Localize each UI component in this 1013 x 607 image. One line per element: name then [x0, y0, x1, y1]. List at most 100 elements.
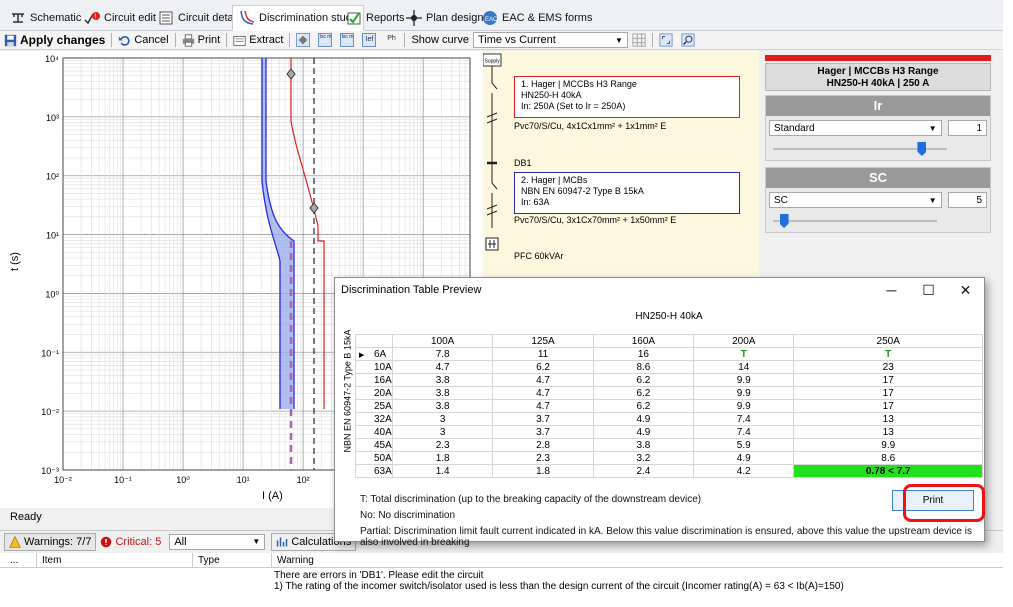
- cancel-label: Cancel: [134, 34, 169, 46]
- message-row[interactable]: 1) The rating of the incomer switch/isol…: [274, 581, 844, 592]
- zoom-button[interactable]: [677, 31, 699, 49]
- warnings-button[interactable]: Warnings: 7/7: [4, 532, 97, 551]
- extract-button[interactable]: Extract: [229, 31, 287, 49]
- device1-card[interactable]: 1. Hager | MCCBs H3 Range HN250-H 40kA I…: [514, 76, 740, 118]
- grid-icon: [632, 33, 646, 47]
- svg-text:!: !: [94, 14, 96, 21]
- ief-button[interactable]: Ief: [358, 31, 380, 49]
- table-row[interactable]: 16A 3.8 4.7 6.2 9.9 17: [355, 373, 983, 387]
- x-tick-label: 10²: [297, 475, 310, 485]
- sc-slider-thumb[interactable]: [779, 214, 789, 228]
- table-row[interactable]: 6A ▶ 7.8 11 16 T T: [355, 347, 983, 361]
- sc-value-input[interactable]: 5: [947, 192, 987, 208]
- tab-eac-ems-forms[interactable]: EAC EAC & EMS forms: [476, 6, 598, 30]
- table-cell: 4.2: [693, 464, 795, 478]
- col-divider: [36, 553, 37, 568]
- single-line-diagram[interactable]: Supply 1. Hager | MCCBs H3 Range HN250-H…: [482, 51, 759, 276]
- apply-changes-label: Apply changes: [20, 33, 106, 47]
- device2-card[interactable]: 2. Hager | MCBs NBN EN 60947-2 Type B 15…: [514, 172, 740, 214]
- setting-handle-sc[interactable]: [309, 202, 319, 214]
- row-header: 16A: [355, 373, 393, 387]
- table-cell: 17: [793, 399, 983, 413]
- ir-title: Ir: [766, 96, 990, 116]
- circuit-details-icon: [159, 11, 173, 25]
- x-axis-label: I (A): [262, 490, 283, 502]
- ir-value-input[interactable]: 1: [947, 120, 987, 136]
- column-header: 200A: [693, 334, 795, 348]
- messages-grid-body[interactable]: There are errors in 'DB1'. Please edit t…: [0, 568, 1003, 597]
- table-row[interactable]: 20A 3.8 4.7 6.2 9.9 17: [355, 386, 983, 400]
- col-type: Type: [198, 555, 220, 566]
- diamond-icon: [296, 33, 311, 47]
- message-filter-select[interactable]: All ▼: [169, 533, 266, 550]
- tab-bar: Schematic ! Circuit edit Circuit details…: [0, 0, 1003, 31]
- critical-label: Critical: 5: [115, 535, 162, 548]
- chevron-down-icon: ▼: [928, 123, 937, 133]
- table-cell: 1.4: [391, 464, 494, 478]
- close-icon[interactable]: ✕: [947, 278, 984, 302]
- critical-icon: [101, 536, 112, 547]
- col-expand: ...: [10, 555, 19, 566]
- ph-button[interactable]: Ph: [380, 31, 402, 49]
- table-row[interactable]: 63A 1.4 1.8 2.4 4.2 0.78 < 7.7: [355, 464, 983, 478]
- tab-schematic[interactable]: Schematic: [4, 6, 87, 30]
- print-button[interactable]: Print: [178, 31, 225, 49]
- print-label: Print: [197, 34, 221, 46]
- sc-mode-select[interactable]: SC ▼: [769, 192, 942, 208]
- row-header: 32A: [355, 412, 393, 426]
- discrimination-table[interactable]: 100A 125A 160A 200A 250A 6A ▶ 7.8 11 16 T T 10A 4.7 6.…: [355, 334, 983, 478]
- legend-total: T: Total discrimination (up to the break…: [360, 494, 702, 505]
- column-header: 250A: [793, 334, 983, 348]
- ir-slider[interactable]: [769, 142, 987, 156]
- grid-toggle-button[interactable]: [628, 31, 650, 49]
- table-cell: 4.7: [492, 373, 594, 387]
- cable1-label: Pvc70/S/Cu, 4x1Cx1mm² + 1x1mm² E: [514, 121, 667, 131]
- isc-max-button[interactable]: Isc max: [336, 31, 358, 49]
- maximize-icon[interactable]: ☐: [910, 278, 947, 302]
- row-header: 20A: [355, 386, 393, 400]
- table-row[interactable]: 40A 3 3.7 4.9 7.4 13: [355, 425, 983, 439]
- table-row[interactable]: 32A 3 3.7 4.9 7.4 13: [355, 412, 983, 426]
- tab-label: Plan design: [426, 12, 484, 24]
- curve-mode-select[interactable]: Time vs Current ▼: [472, 32, 628, 48]
- message-row[interactable]: There are errors in 'DB1'. Please edit t…: [274, 570, 483, 581]
- table-row[interactable]: 25A 3.8 4.7 6.2 9.9 17: [355, 399, 983, 413]
- show-curve-label: Show curve: [411, 34, 469, 46]
- table-cell: 5.9: [693, 438, 795, 452]
- table-cell: 3.2: [592, 451, 695, 465]
- reports-icon: [347, 12, 361, 25]
- tab-circuit-edit[interactable]: ! Circuit edit: [78, 6, 162, 30]
- row-header: 6A ▶: [355, 347, 393, 361]
- y-axis-ticks: 10⁴10³10²10¹10⁰10⁻¹10⁻²10⁻³: [41, 54, 59, 476]
- sc-slider[interactable]: [769, 214, 987, 228]
- apply-changes-button[interactable]: Apply changes: [0, 31, 109, 49]
- extract-label: Extract: [249, 34, 284, 46]
- table-row[interactable]: 10A 4.7 6.2 8.6 14 23: [355, 360, 983, 374]
- isc-max-icon: Isc max: [340, 33, 355, 47]
- critical-button[interactable]: Critical: 5: [96, 533, 165, 551]
- dialog-titlebar: Discrimination Table Preview ─ ☐ ✕: [335, 278, 984, 302]
- dialog-title: Discrimination Table Preview: [341, 284, 482, 296]
- ir-mode-value: Standard: [774, 122, 815, 134]
- table-cell: 4.9: [693, 451, 795, 465]
- ph-icon: Ph: [387, 35, 396, 42]
- warnings-label: Warnings: 7/7: [24, 535, 92, 548]
- table-row[interactable]: 50A 1.8 2.3 3.2 4.9 8.6: [355, 451, 983, 465]
- isc-min-button[interactable]: Isc min: [314, 31, 336, 49]
- ir-slider-thumb[interactable]: [917, 142, 927, 156]
- table-cell: 1.8: [492, 464, 594, 478]
- table-row[interactable]: 45A 2.3 2.8 3.8 5.9 9.9: [355, 438, 983, 452]
- warning-icon: [9, 535, 21, 548]
- device-header-line1: Hager | MCCBs H3 Range: [817, 66, 939, 77]
- ir-mode-select[interactable]: Standard ▼: [769, 120, 942, 136]
- app-window: Schematic ! Circuit edit Circuit details…: [0, 0, 1003, 597]
- discrimination-table-dialog: Discrimination Table Preview ─ ☐ ✕ HN250…: [334, 277, 985, 548]
- accent-bar: [765, 55, 991, 61]
- downstream-device-header: NBN EN 60947-2 Type B 15kA: [339, 322, 353, 467]
- cancel-button[interactable]: Cancel: [114, 31, 172, 49]
- minimize-icon[interactable]: ─: [873, 278, 910, 302]
- curve-shape-button[interactable]: [292, 31, 314, 49]
- db1-label: DB1: [514, 158, 532, 168]
- fit-button[interactable]: [655, 31, 677, 49]
- table-cell: 9.9: [693, 386, 795, 400]
